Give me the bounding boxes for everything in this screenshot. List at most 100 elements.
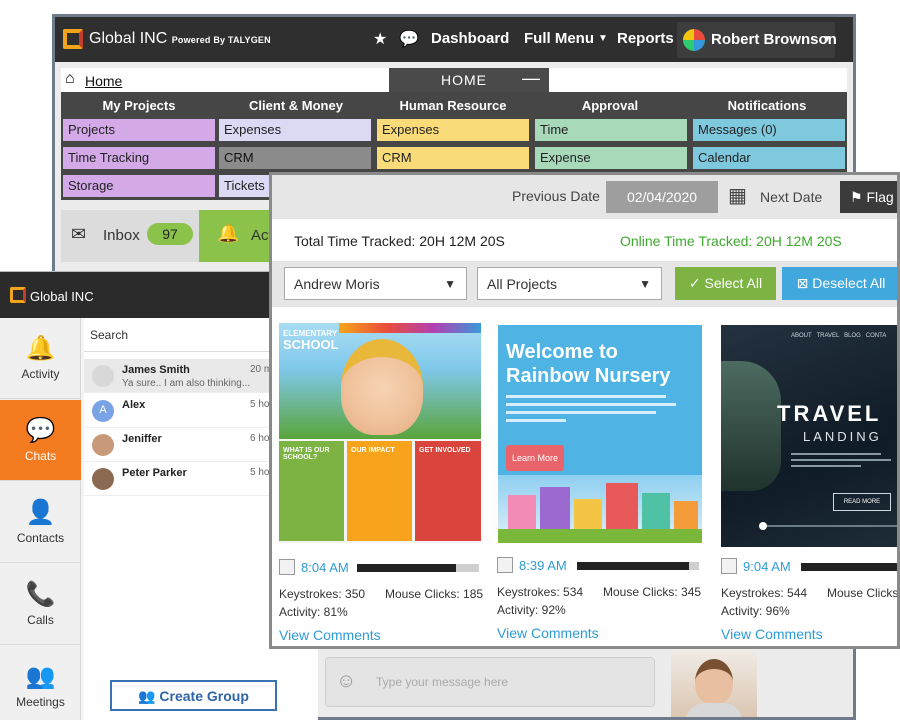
- house-icon: [508, 495, 536, 531]
- read-more-button[interactable]: READ MORE: [833, 493, 891, 511]
- screenshot-time: 8:39 AM: [519, 558, 567, 573]
- message-composer[interactable]: ☺ Type your message here: [325, 657, 655, 707]
- menu-item-crm-client[interactable]: CRM: [219, 147, 371, 169]
- user-select[interactable]: Andrew Moris ▼: [284, 267, 467, 300]
- nav-full-menu[interactable]: Full Menu: [524, 30, 594, 47]
- previous-date-link[interactable]: Previous Date: [512, 188, 600, 204]
- flag-icon: ⚑: [850, 189, 863, 205]
- create-group-label: Create Group: [159, 688, 249, 704]
- view-comments-link[interactable]: View Comments: [279, 627, 381, 643]
- home-icon[interactable]: ⌂: [65, 70, 75, 88]
- menu-item-expenses-hr[interactable]: Expenses: [377, 119, 529, 141]
- menu-item-crm-hr[interactable]: CRM: [377, 147, 529, 169]
- sidebar-label-calls: Calls: [27, 613, 54, 627]
- avatar: [92, 365, 114, 387]
- mouse-clicks-count: Mouse Clicks: 345: [603, 585, 702, 599]
- total-time-tracked: Total Time Tracked: 20H 12M 20S: [294, 233, 505, 249]
- deselect-all-button[interactable]: ⊠ Deselect All: [782, 267, 897, 300]
- nursery-headline-1: Welcome to: [506, 341, 618, 363]
- menu-item-messages[interactable]: Messages (0): [693, 119, 845, 141]
- house-icon: [574, 499, 602, 531]
- breadcrumb-home[interactable]: Home: [85, 73, 122, 89]
- brand-name: Global INC Powered By TALYGEN: [89, 30, 271, 47]
- screenshot-checkbox[interactable]: [279, 559, 295, 575]
- activity-progress-bar: [357, 564, 479, 572]
- user-name[interactable]: Robert Brownson: [711, 31, 837, 48]
- sidebar-label-activity: Activity: [21, 367, 60, 381]
- home-tab[interactable]: HOME —: [389, 68, 549, 92]
- phone-icon: 📞: [25, 581, 56, 608]
- menu-item-time-approval[interactable]: Time: [535, 119, 687, 141]
- keystrokes-count: Keystrokes: 350: [279, 587, 366, 601]
- emoji-icon[interactable]: ☺: [336, 670, 356, 693]
- school-banner: ELEMENTARY SCHOOL: [279, 323, 481, 439]
- sidebar-item-meetings[interactable]: 👥 Meetings: [0, 646, 81, 720]
- slider-track: [761, 525, 897, 527]
- chat-sidebar: 🔔 Activity 💬 Chats 👤 Contacts 📞 Calls 👥 …: [0, 318, 81, 720]
- screenshot-checkbox[interactable]: [721, 558, 737, 574]
- menu-item-expense-approval[interactable]: Expense: [535, 147, 687, 169]
- screenshot-time: 9:04 AM: [743, 559, 791, 574]
- contact-name: Alex: [122, 399, 146, 411]
- col-head-approval: Approval: [581, 98, 639, 113]
- select-all-label: Select All: [704, 275, 763, 291]
- chat-bubble-icon[interactable]: 💬: [399, 29, 419, 49]
- col-head-client-money: Client & Money: [249, 98, 343, 113]
- learn-more-button[interactable]: Learn More: [506, 445, 564, 471]
- screenshot-thumbnail-1[interactable]: ELEMENTARY SCHOOL WHAT IS OUR SCHOOL? OU…: [279, 323, 481, 543]
- envelope-icon: ✉: [71, 224, 87, 244]
- contact-time: 5 ho: [250, 467, 270, 478]
- sidebar-item-contacts[interactable]: 👤 Contacts: [0, 482, 81, 563]
- next-date-link[interactable]: Next Date: [760, 189, 822, 205]
- flag-button[interactable]: ⚑ Flag: [840, 181, 897, 213]
- grass-strip: [498, 529, 702, 543]
- user-caret-icon[interactable]: ▼: [822, 34, 832, 45]
- date-field[interactable]: 02/04/2020: [606, 181, 718, 213]
- menu-item-time-tracking[interactable]: Time Tracking: [63, 147, 215, 169]
- activity-percent: Activity: 92%: [497, 603, 566, 617]
- select-all-button[interactable]: ✓ Select All: [675, 267, 776, 300]
- screenshot-checkbox[interactable]: [497, 557, 513, 573]
- global-inc-logo-icon: [63, 29, 83, 49]
- screenshot-thumbnail-2[interactable]: Welcome to Rainbow Nursery Learn More: [498, 325, 702, 543]
- travel-headline: TRAVEL: [777, 401, 882, 426]
- school-box-3-title: GET INVOLVED: [419, 447, 471, 454]
- menu-item-calendar[interactable]: Calendar: [693, 147, 845, 169]
- inbox-label[interactable]: Inbox: [103, 227, 140, 244]
- sidebar-item-chats[interactable]: 💬 Chats: [0, 400, 81, 481]
- collapse-icon[interactable]: —: [522, 68, 541, 89]
- avatar: [92, 468, 114, 490]
- project-select[interactable]: All Projects ▼: [477, 267, 662, 300]
- bell-icon: 🔔: [217, 223, 240, 243]
- time-monitoring-panel: Previous Date 02/04/2020 ▦ Next Date ⚑ F…: [269, 172, 900, 649]
- full-menu-caret-icon[interactable]: ▼: [598, 33, 608, 44]
- user-menu[interactable]: Robert Brownson ▼: [677, 22, 837, 58]
- school-box-2-title: OUR IMPACT: [351, 447, 395, 454]
- travel-subheadline: LANDING: [803, 429, 882, 444]
- slider-dot[interactable]: [759, 522, 767, 530]
- sidebar-item-calls[interactable]: 📞 Calls: [0, 564, 81, 645]
- screenshot-meta-1: 8:04 AM Keystrokes: 350 Mouse Clicks: 18…: [279, 557, 489, 646]
- travel-nav: ABOUT TRAVEL BLOG CONTA: [791, 333, 887, 339]
- menu-item-storage[interactable]: Storage: [63, 175, 215, 197]
- view-comments-link[interactable]: View Comments: [497, 625, 599, 641]
- nav-reports[interactable]: Reports: [617, 30, 674, 47]
- nursery-headline-2: Rainbow Nursery: [506, 365, 671, 387]
- create-group-button[interactable]: 👥 Create Group: [110, 680, 277, 711]
- nav-dashboard[interactable]: Dashboard: [431, 30, 509, 47]
- activity-progress-fill: [577, 562, 690, 570]
- house-icon: [642, 493, 670, 531]
- avatar: [92, 434, 114, 456]
- screenshot-thumbnail-3[interactable]: ABOUT TRAVEL BLOG CONTA TRAVEL LANDING R…: [721, 325, 897, 547]
- star-icon[interactable]: ★: [373, 29, 387, 49]
- house-icon: [540, 487, 570, 531]
- message-input-placeholder[interactable]: Type your message here: [376, 675, 508, 689]
- menu-item-expenses-client[interactable]: Expenses: [219, 119, 371, 141]
- sidebar-item-activity[interactable]: 🔔 Activity: [0, 318, 81, 399]
- view-comments-link[interactable]: View Comments: [721, 626, 823, 642]
- school-box-green: WHAT IS OUR SCHOOL?: [279, 441, 344, 541]
- menu-item-projects[interactable]: Projects: [63, 119, 215, 141]
- avatar: A: [92, 400, 114, 422]
- house-icon: [674, 501, 698, 531]
- calendar-icon[interactable]: ▦: [728, 183, 747, 208]
